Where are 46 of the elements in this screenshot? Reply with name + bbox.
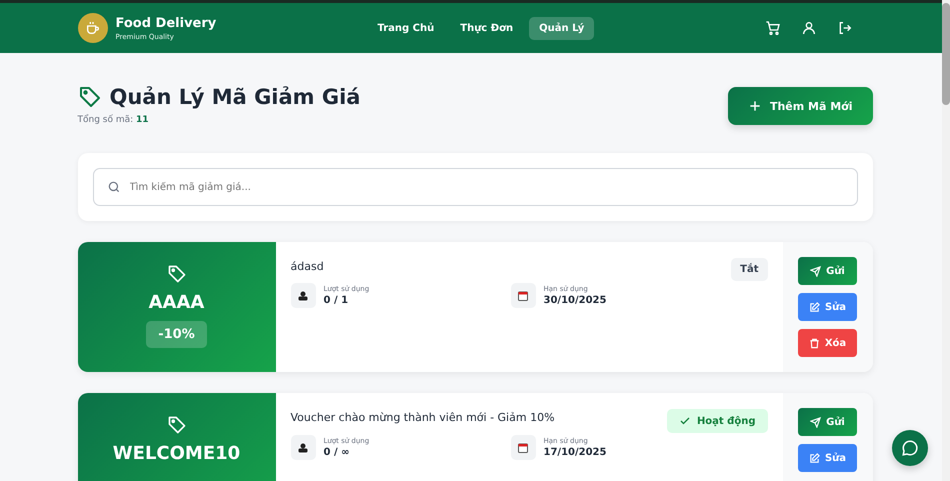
chat-button[interactable] <box>892 430 928 466</box>
edit-button[interactable]: Sửa <box>798 444 857 472</box>
cart-icon[interactable] <box>764 20 780 36</box>
nav-link[interactable]: Thực Đơn <box>450 16 524 40</box>
usage-value: 0 / ∞ <box>324 447 350 458</box>
calendar-icon <box>510 283 536 308</box>
trash-icon <box>808 338 820 348</box>
tag-icon <box>166 415 186 435</box>
coffee-cup-icon <box>78 13 108 43</box>
page-title: Quản Lý Mã Giảm Giá <box>110 85 360 109</box>
total-count: 11 <box>136 115 149 125</box>
total-label: Tổng số mã: <box>78 115 134 125</box>
usage-value: 0 / 1 <box>324 295 350 306</box>
send-icon <box>810 416 822 428</box>
check-icon <box>678 415 691 427</box>
tag-icon <box>78 85 102 109</box>
nav-link[interactable]: Quản Lý <box>529 16 594 40</box>
search-icon <box>106 180 120 194</box>
coupon-code: AAAA <box>148 292 204 313</box>
calendar-icon <box>510 435 536 460</box>
coupon-description: Voucher chào mừng thành viên mới - Giảm 10% <box>290 411 555 424</box>
logout-icon[interactable] <box>836 20 852 36</box>
status-badge: Tắt <box>731 258 768 281</box>
edit-icon <box>808 452 820 464</box>
send-icon <box>810 266 822 276</box>
discount-badge: -10% <box>146 321 207 348</box>
expiry-value: 30/10/2025 <box>544 295 606 306</box>
send-button[interactable]: Gửi <box>798 257 857 285</box>
scrollbar[interactable] <box>942 0 950 481</box>
edit-icon <box>808 302 820 312</box>
delete-button[interactable]: Xóa <box>798 329 857 357</box>
edit-button[interactable]: Sửa <box>798 293 857 321</box>
coupon-code: WELCOME10 <box>112 443 240 464</box>
send-button[interactable]: Gửi <box>798 408 857 436</box>
expiry-value: 17/10/2025 <box>544 447 606 458</box>
users-icon <box>290 283 316 308</box>
tag-icon <box>166 264 186 284</box>
status-badge: Hoạt động <box>666 409 768 433</box>
brand-name: Food Delivery <box>116 16 216 30</box>
coupon-description: ádasd <box>290 260 324 273</box>
users-icon <box>290 435 316 460</box>
user-icon[interactable] <box>800 20 816 36</box>
chat-icon <box>901 439 919 457</box>
add-code-button[interactable]: Thêm Mã Mới <box>728 87 872 125</box>
nav-link[interactable]: Trang Chủ <box>368 16 444 40</box>
plus-icon <box>748 99 762 113</box>
